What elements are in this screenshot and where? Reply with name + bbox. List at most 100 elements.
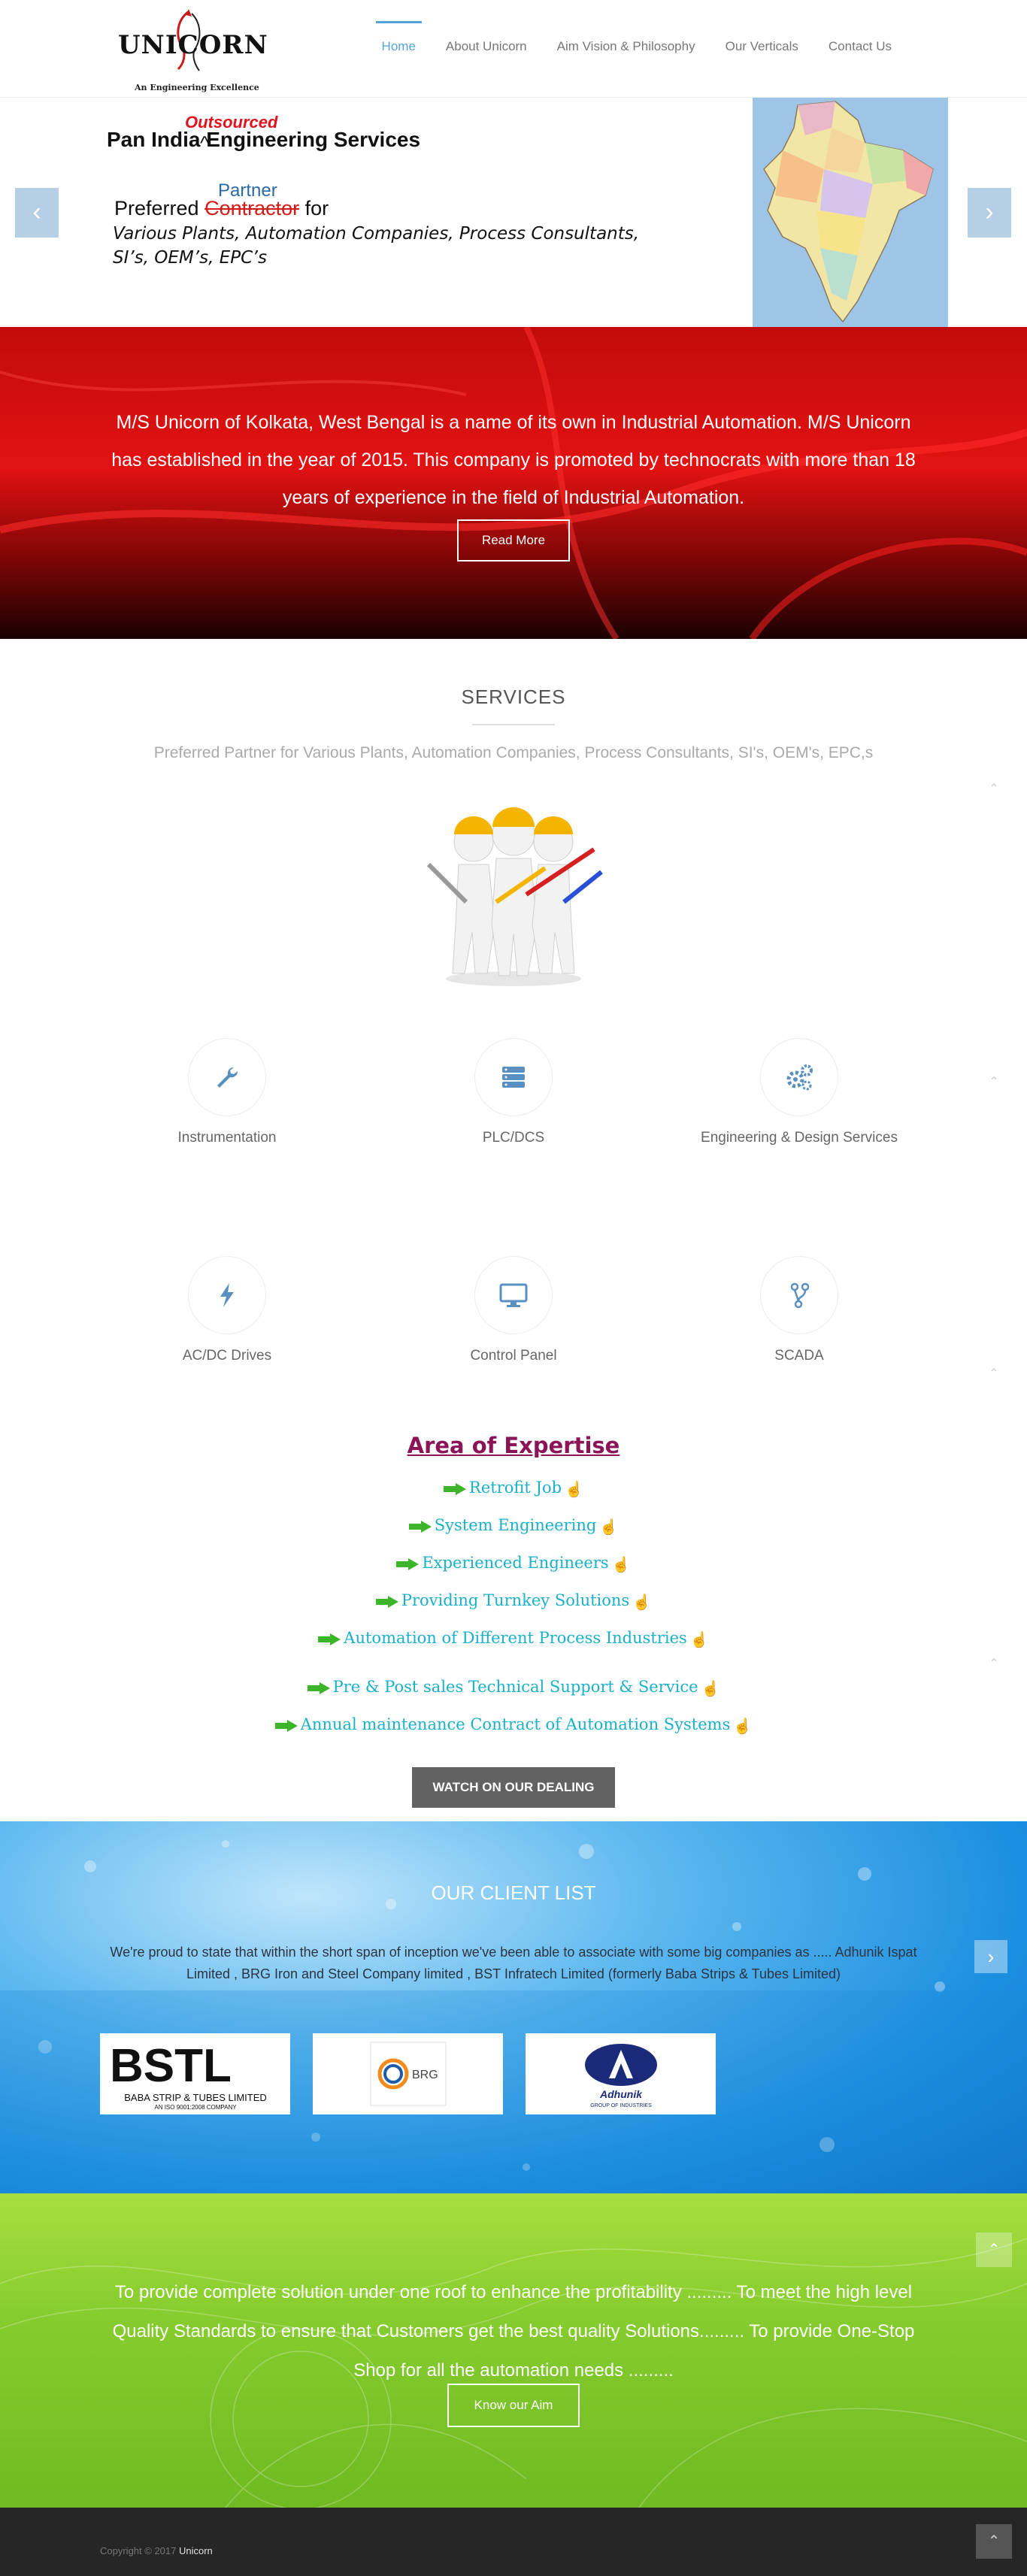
nav-about[interactable]: About Unicorn: [431, 21, 542, 75]
service-label: Control Panel: [470, 1348, 557, 1364]
service-scada[interactable]: SCADA: [686, 1256, 912, 1364]
expertise-item-label: Retrofit Job: [469, 1479, 562, 1497]
client-list-text: We're proud to state that within the sho…: [110, 1945, 917, 1981]
service-label: PLC/DCS: [482, 1130, 545, 1146]
copyright-text: Copyright © 2017: [100, 2545, 177, 2556]
expertise-item: Pre & Post sales Technical Support & Ser…: [0, 1678, 1027, 1697]
back-to-top-button[interactable]: ⌃: [976, 2524, 1012, 2559]
expertise-item: Retrofit Job ☝: [0, 1479, 1027, 1498]
read-more-button[interactable]: Read More: [457, 519, 570, 562]
expertise-item: Automation of Different Process Industri…: [0, 1629, 1027, 1648]
wrench-icon: [217, 1067, 238, 1088]
expertise-item: System Engineering ☝: [0, 1516, 1027, 1536]
expertise-item-label: Pre & Post sales Technical Support & Ser…: [332, 1678, 698, 1696]
expertise-item: Providing Turnkey Solutions ☝: [0, 1591, 1027, 1611]
slide-headline: Pan India Engineering Services: [107, 128, 421, 151]
client-logo-brg[interactable]: BRG: [313, 2033, 503, 2114]
scroll-top-button[interactable]: ⌃: [976, 2232, 1012, 2267]
watch-dealing-button[interactable]: WATCH ON OUR DEALING: [412, 1767, 615, 1808]
adhunik-logo-text: Adhunik: [599, 2088, 643, 2100]
service-ac-dc-drives[interactable]: AC/DC Drives: [114, 1256, 340, 1364]
expertise-item: Experienced Engineers ☝: [0, 1554, 1027, 1573]
slide-list-line1: Various Plants, Automation Companies, Pr…: [113, 224, 640, 244]
unicorn-logo[interactable]: UNICORN An Engineering Excellence: [117, 6, 268, 96]
client-logos: BSTL BABA STRIP & TUBES LIMITED AN ISO 9…: [100, 2033, 716, 2114]
scroll-up-icon[interactable]: ⌃: [988, 783, 1000, 795]
gears-icon: [786, 1064, 813, 1091]
scroll-up-icon[interactable]: ⌃: [988, 1658, 1000, 1670]
services-subtitle: Preferred Partner for Various Plants, Au…: [153, 744, 874, 761]
chevron-right-icon: ›: [985, 198, 994, 226]
slide-list-line2: SI’s, OEM’s, EPC’s: [113, 248, 267, 268]
brg-logo-text: BRG: [412, 2069, 438, 2081]
chevron-up-icon: ⌃: [987, 2242, 1001, 2258]
india-map-image: [753, 98, 948, 327]
client-logo-adhunik[interactable]: Adhunik GROUP OF INDUSTRIES: [526, 2033, 716, 2114]
green-arrow-icon: [375, 1595, 398, 1608]
about-text: M/S Unicorn of Kolkata, West Bengal is a…: [111, 412, 916, 508]
engineers-illustration: [414, 804, 613, 988]
fork-icon: [790, 1282, 810, 1309]
bstl-logo-letters: BSTL: [110, 2040, 232, 2092]
footer-brand-link[interactable]: Unicorn: [179, 2545, 213, 2556]
service-icon-circle: [188, 1256, 266, 1334]
about-banner: M/S Unicorn of Kolkata, West Bengal is a…: [0, 327, 1027, 639]
green-arrow-icon: [444, 1482, 467, 1495]
service-label: SCADA: [774, 1348, 824, 1364]
scroll-up-icon[interactable]: ⌃: [988, 1368, 1000, 1380]
service-control-panel[interactable]: Control Panel: [401, 1256, 626, 1364]
bstl-sub: AN ISO 9001:2008 COMPANY: [154, 2104, 237, 2111]
expertise-item: Annual maintenance Contract of Automatio…: [0, 1715, 1027, 1735]
client-next-button[interactable]: ›: [974, 1940, 1007, 1973]
site-header: UNICORN An Engineering Excellence Home A…: [0, 0, 1027, 98]
thumbs-up-icon: ☝: [701, 1678, 720, 1697]
service-instrumentation[interactable]: Instrumentation: [114, 1038, 340, 1146]
slide-preferred-line: Preferred Contractor for: [114, 197, 329, 220]
thumbs-up-icon: ☝: [689, 1630, 709, 1648]
client-list-title: OUR CLIENT LIST: [431, 1881, 596, 1904]
expertise-item-label: Annual maintenance Contract of Automatio…: [300, 1715, 731, 1733]
hero-slider: Outsourced Pan India Engineering Service…: [0, 98, 1027, 327]
thumbs-up-icon: ☝: [599, 1517, 619, 1536]
bolt-icon: [220, 1283, 234, 1307]
nav-aim-vision[interactable]: Aim Vision & Philosophy: [542, 21, 710, 75]
chevron-left-icon: ‹: [32, 198, 41, 226]
service-plc-dcs[interactable]: PLC/DCS: [401, 1038, 626, 1146]
server-icon: [502, 1067, 525, 1088]
chevron-right-icon: ›: [987, 1945, 995, 1968]
water-drops-background: [0, 1840, 1027, 2193]
slide-struck-word: Contractor: [204, 197, 300, 219]
slide-list: Various Plants, Automation Companies, Pr…: [113, 222, 639, 270]
footer-copyright: Copyright © 2017 Unicorn: [100, 2545, 213, 2556]
know-our-aim-button[interactable]: Know our Aim: [447, 2384, 580, 2427]
services-title: SERVICES: [461, 686, 566, 708]
thumbs-up-icon: ☝: [632, 1592, 652, 1611]
green-arrow-icon: [274, 1719, 298, 1732]
monitor-icon: [499, 1283, 528, 1307]
bstl-caption: BABA STRIP & TUBES LIMITED: [124, 2092, 267, 2103]
client-logo-bstl[interactable]: BSTL BABA STRIP & TUBES LIMITED AN ISO 9…: [100, 2033, 290, 2114]
service-icon-circle: [760, 1256, 838, 1334]
logo-wordmark: UNICORN: [118, 30, 268, 60]
main-nav: Home About Unicorn Aim Vision & Philosop…: [367, 21, 907, 75]
thumbs-up-icon: ☝: [611, 1554, 631, 1573]
nav-contact[interactable]: Contact Us: [813, 21, 907, 75]
green-arrow-icon: [408, 1520, 432, 1533]
site-footer: Copyright © 2017 Unicorn ⌃: [0, 2508, 1027, 2576]
aim-text: To provide complete solution under one r…: [112, 2282, 915, 2381]
service-engineering-design[interactable]: Engineering & Design Services: [686, 1038, 912, 1146]
client-list-section: OUR CLIENT LIST We're proud to state tha…: [0, 1821, 1027, 2193]
adhunik-sub: GROUP OF INDUSTRIES: [590, 2103, 652, 2108]
slide-preferred: Preferred: [114, 197, 199, 219]
green-arrow-icon: [307, 1682, 330, 1694]
service-icon-circle: [474, 1256, 553, 1334]
slider-next-button[interactable]: ›: [968, 188, 1011, 238]
service-label: Instrumentation: [177, 1130, 277, 1146]
green-arrow-icon: [318, 1633, 341, 1645]
slider-prev-button[interactable]: ‹: [15, 188, 59, 238]
expertise-item-label: System Engineering: [434, 1516, 597, 1534]
scroll-up-icon[interactable]: ⌃: [988, 1076, 1000, 1088]
nav-verticals[interactable]: Our Verticals: [710, 21, 813, 75]
nav-home[interactable]: Home: [367, 21, 431, 75]
services-divider: [472, 724, 555, 725]
